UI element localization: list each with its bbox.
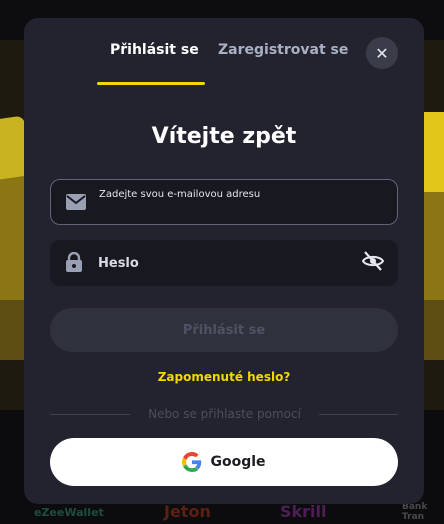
close-icon: ✕ [375, 43, 389, 63]
login-modal: Přihlásit se Zaregistrovat se ✕ Vítejte … [24, 18, 424, 504]
envelope-icon [66, 194, 86, 210]
tab-login[interactable]: Přihlásit se [110, 42, 199, 58]
email-input[interactable] [99, 171, 349, 217]
bank-transfer-logo: Bank Tran [402, 502, 428, 522]
active-tab-indicator [97, 82, 205, 85]
password-input[interactable] [98, 240, 348, 286]
google-button-label: Google [210, 454, 266, 470]
login-submit-button[interactable]: Přihlásit se [50, 308, 398, 352]
ezeewallet-logo: eZeeWallet [34, 506, 104, 519]
google-icon [182, 452, 202, 472]
divider-text: Nebo se přihlaste pomocí [148, 407, 301, 421]
forgot-password-link[interactable]: Zapomenuté heslo? [24, 370, 424, 384]
divider-line-left [50, 414, 130, 415]
tab-register[interactable]: Zaregistrovat se [218, 42, 348, 58]
jeton-logo: Jeton [164, 502, 211, 521]
lock-icon [66, 252, 82, 272]
close-button[interactable]: ✕ [366, 37, 398, 69]
email-field [50, 171, 398, 225]
eye-off-icon[interactable] [361, 249, 385, 273]
skrill-logo: Skrill [280, 502, 327, 521]
modal-title: Vítejte zpět [151, 124, 297, 149]
google-login-button[interactable]: Google [50, 438, 398, 486]
divider-line-right [319, 414, 398, 415]
password-field [50, 240, 398, 286]
